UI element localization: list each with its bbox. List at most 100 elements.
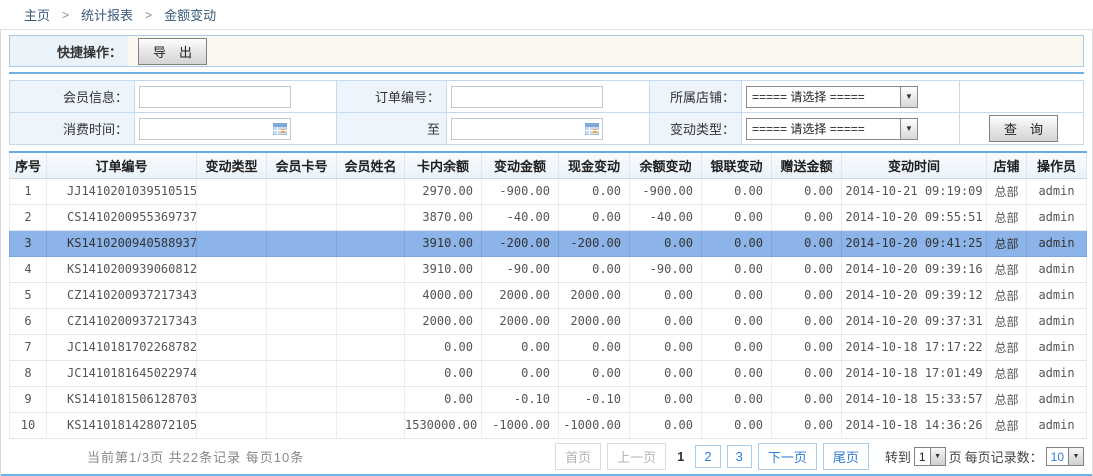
- quick-actions-label: 快捷操作：: [10, 36, 128, 66]
- export-button[interactable]: 导 出: [138, 38, 207, 65]
- table-cell: 总部: [987, 360, 1027, 386]
- change-type-label: 变动类型：: [650, 113, 742, 145]
- table-cell: 0.00: [405, 334, 482, 360]
- table-cell: 9: [10, 386, 47, 412]
- table-cell: 2014-10-18 14:36:26: [842, 412, 987, 438]
- table-cell: 2000.00: [559, 308, 630, 334]
- table-cell: 0.00: [630, 412, 702, 438]
- shop-select[interactable]: ===== 请选择 ===== ▼: [746, 86, 918, 108]
- chevron-down-icon: ▼: [900, 87, 917, 107]
- table-row[interactable]: 8JC14101816450229740.000.000.000.000.000…: [10, 360, 1087, 386]
- table-cell: 2014-10-20 09:37:31: [842, 308, 987, 334]
- table-cell: 2000.00: [482, 282, 559, 308]
- table-cell: [197, 308, 267, 334]
- last-page-button[interactable]: 尾页: [823, 443, 869, 470]
- order-no-input[interactable]: [451, 86, 603, 108]
- table-cell: 0.00: [772, 360, 842, 386]
- goto-suffix: 页: [949, 447, 962, 466]
- table-cell: 4000.00: [405, 282, 482, 308]
- table-cell: 0.00: [772, 334, 842, 360]
- table-cell: CZ1410200937217343: [47, 282, 197, 308]
- page-size-select[interactable]: 10 ▼: [1046, 447, 1084, 466]
- table-cell: [197, 386, 267, 412]
- calendar-icon[interactable]: [585, 123, 599, 135]
- table-cell: [337, 204, 405, 230]
- consume-time-label: 消费时间：: [10, 113, 135, 145]
- table-cell: -90.00: [630, 256, 702, 282]
- first-page-button[interactable]: 首页: [555, 443, 601, 470]
- table-cell: 0.00: [702, 256, 772, 282]
- table-cell: 0.00: [772, 386, 842, 412]
- to-label: 至: [337, 113, 447, 145]
- table-row[interactable]: 4KS14102009390608123910.00-90.000.00-90.…: [10, 256, 1087, 282]
- change-type-select[interactable]: ===== 请选择 ===== ▼: [746, 118, 918, 140]
- next-page-button[interactable]: 下一页: [758, 443, 817, 470]
- member-info-input[interactable]: [139, 86, 291, 108]
- goto-page-select[interactable]: 1 ▼: [914, 447, 946, 466]
- table-row[interactable]: 1JJ14102010395105152970.00-900.000.00-90…: [10, 178, 1087, 204]
- table-cell: 2000.00: [559, 282, 630, 308]
- table-cell: 总部: [987, 386, 1027, 412]
- prev-page-button[interactable]: 上一页: [607, 443, 666, 470]
- table-cell: 2: [10, 204, 47, 230]
- table-cell: 2014-10-20 09:39:16: [842, 256, 987, 282]
- table-cell: 0.00: [702, 386, 772, 412]
- table-row[interactable]: 7JC14101817022687820.000.000.000.000.000…: [10, 334, 1087, 360]
- table-cell: [267, 256, 337, 282]
- table-cell: [337, 386, 405, 412]
- table-cell: [337, 308, 405, 334]
- breadcrumb-home[interactable]: 主页: [24, 5, 50, 24]
- table-cell: 总部: [987, 412, 1027, 438]
- breadcrumb-reports[interactable]: 统计报表: [81, 5, 133, 24]
- table-cell: KS1410181506128703: [47, 386, 197, 412]
- consume-time-start-input[interactable]: [139, 118, 291, 140]
- page-number-2[interactable]: 2: [695, 445, 720, 468]
- pagination-bar: 当前第1/3页 共22条记录 每页10条 首页 上一页 1 2 3 下一页 尾页…: [1, 441, 1092, 473]
- table-cell: 2014-10-20 09:39:12: [842, 282, 987, 308]
- table-cell: [197, 204, 267, 230]
- table-row[interactable]: 9KS14101815061287030.00-0.10-0.100.000.0…: [10, 386, 1087, 412]
- table-cell: -90.00: [482, 256, 559, 282]
- consume-time-end-input[interactable]: [451, 118, 603, 140]
- table-cell: [267, 230, 337, 256]
- table-cell: 0.00: [559, 204, 630, 230]
- table-cell: JJ1410201039510515: [47, 178, 197, 204]
- table-row[interactable]: 3KS14102009405889373910.00-200.00-200.00…: [10, 230, 1087, 256]
- table-cell: 0.00: [772, 308, 842, 334]
- table-cell: admin: [1027, 256, 1087, 282]
- page-summary: 当前第1/3页 共22条记录 每页10条: [87, 447, 304, 466]
- page-number-3[interactable]: 3: [727, 445, 752, 468]
- column-header: 变动时间: [842, 152, 987, 178]
- page-number-current: 1: [672, 446, 689, 467]
- table-cell: 1530000.00: [405, 412, 482, 438]
- table-cell: 2000.00: [482, 308, 559, 334]
- search-button[interactable]: 查 询: [989, 115, 1058, 142]
- table-cell: [197, 230, 267, 256]
- table-row[interactable]: 2CS14102009553697373870.00-40.000.00-40.…: [10, 204, 1087, 230]
- member-info-label: 会员信息：: [10, 81, 135, 113]
- table-row[interactable]: 5CZ14102009372173434000.002000.002000.00…: [10, 282, 1087, 308]
- table-cell: 10: [10, 412, 47, 438]
- table-cell: -900.00: [482, 178, 559, 204]
- table-cell: admin: [1027, 308, 1087, 334]
- table-cell: [197, 412, 267, 438]
- table-cell: 0.00: [772, 412, 842, 438]
- table-row[interactable]: 6CZ14102009372173432000.002000.002000.00…: [10, 308, 1087, 334]
- table-cell: 0.00: [630, 308, 702, 334]
- table-cell: 0.00: [702, 204, 772, 230]
- table-cell: 0.00: [702, 360, 772, 386]
- table-cell: admin: [1027, 178, 1087, 204]
- table-cell: 0.00: [772, 178, 842, 204]
- calendar-icon[interactable]: [273, 123, 287, 135]
- column-header: 变动金额: [482, 152, 559, 178]
- table-row[interactable]: 10KS14101814280721051530000.00-1000.00-1…: [10, 412, 1087, 438]
- column-header: 银联变动: [702, 152, 772, 178]
- table-cell: 3910.00: [405, 256, 482, 282]
- page-size-label: 每页记录数：: [965, 447, 1043, 466]
- table-cell: [197, 178, 267, 204]
- table-cell: [337, 282, 405, 308]
- table-cell: 2014-10-20 09:41:25: [842, 230, 987, 256]
- table-cell: -0.10: [559, 386, 630, 412]
- table-cell: CS1410200955369737: [47, 204, 197, 230]
- table-cell: [337, 230, 405, 256]
